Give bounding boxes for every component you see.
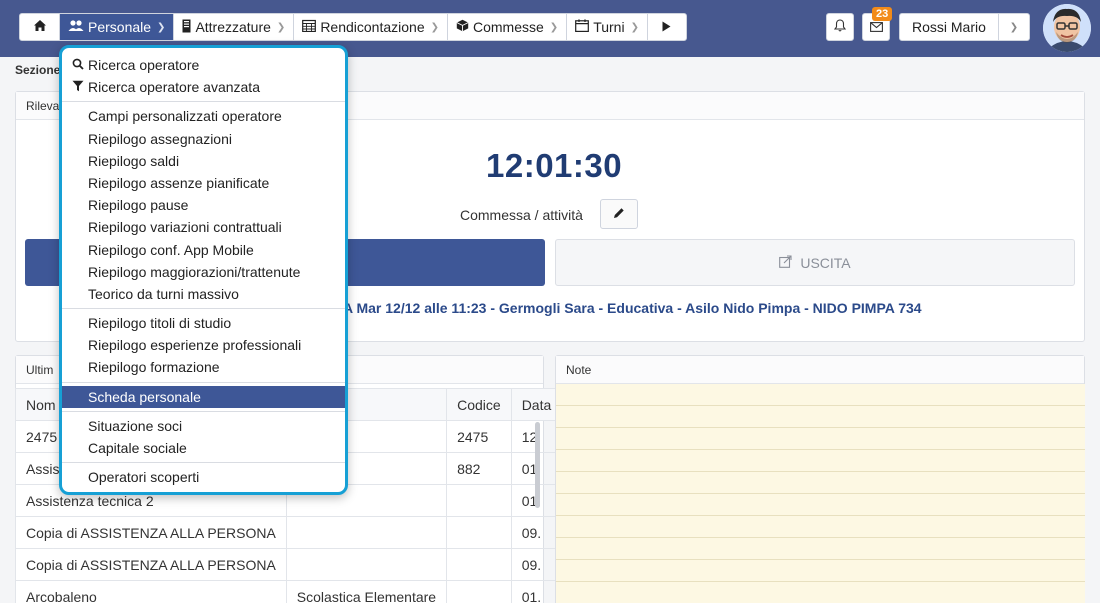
personale-dropdown-menu: Ricerca operatore Ricerca operatore avan… xyxy=(59,45,348,495)
user-name: Rossi Mario xyxy=(900,14,999,40)
table-cell: Arcobaleno xyxy=(15,580,287,603)
panel-title: Note xyxy=(556,356,1084,384)
table-cell: Copia di ASSISTENZA ALLA PERSONA xyxy=(15,548,287,581)
menu-divider xyxy=(62,410,345,412)
menu-divider xyxy=(62,101,345,103)
menu-item[interactable]: Capitale sociale xyxy=(62,437,345,459)
menu-item[interactable]: Operatori scoperti xyxy=(62,466,345,488)
table-row[interactable]: Arcobaleno Scolastica Elementare 01. xyxy=(15,580,563,603)
menu-divider xyxy=(62,381,345,383)
envelope-icon xyxy=(869,20,883,35)
messages-badge: 23 xyxy=(872,7,893,21)
menu-item[interactable]: Riepilogo assegnazioni xyxy=(62,128,345,150)
search-icon xyxy=(72,55,88,77)
menu-item[interactable]: Riepilogo esperienze professionali xyxy=(62,334,345,356)
menu-item-ricerca-operatore[interactable]: Ricerca operatore xyxy=(62,54,345,76)
bell-icon xyxy=(833,19,847,35)
menu-item-scheda-personale[interactable]: Scheda personale xyxy=(62,385,345,408)
exit-label: USCITA xyxy=(800,254,851,271)
user-menu-button[interactable]: Rossi Mario ❯ xyxy=(899,13,1030,41)
menu-item[interactable]: Riepilogo formazione xyxy=(62,356,345,378)
exit-button[interactable]: USCITA xyxy=(555,239,1075,286)
table-cell: Copia di ASSISTENZA ALLA PERSONA xyxy=(15,516,287,549)
column-header[interactable]: Codice xyxy=(446,388,512,421)
notifications-button[interactable] xyxy=(826,13,854,41)
menu-divider xyxy=(62,308,345,310)
table-cell xyxy=(446,516,512,549)
scrollbar-thumb[interactable] xyxy=(535,422,540,508)
note-textarea[interactable] xyxy=(556,384,1085,603)
menu-item[interactable]: Riepilogo assenze pianificate xyxy=(62,172,345,194)
external-link-icon xyxy=(779,254,792,271)
section-label: Sezione xyxy=(15,63,61,77)
commessa-label: Commessa / attività xyxy=(460,207,583,223)
menu-item[interactable]: Riepilogo maggiorazioni/trattenute xyxy=(62,261,345,283)
menu-item[interactable]: Riepilogo titoli di studio xyxy=(62,312,345,334)
menu-item-ricerca-avanzata[interactable]: Ricerca operatore avanzata xyxy=(62,76,345,98)
table-cell: 2475 xyxy=(446,420,512,453)
table-cell xyxy=(285,548,448,581)
menu-item[interactable]: Riepilogo variazioni contrattuali xyxy=(62,216,345,238)
menu-item[interactable]: Riepilogo conf. App Mobile xyxy=(62,239,345,261)
user-tools: 23 Rossi Mario ❯ xyxy=(0,4,1100,52)
menu-item[interactable]: Riepilogo saldi xyxy=(62,150,345,172)
clock-display: 12:01:30 xyxy=(486,147,623,184)
table-cell xyxy=(285,516,448,549)
table-cell xyxy=(446,548,512,581)
table-cell: 882 xyxy=(446,452,512,485)
menu-item[interactable]: Teorico da turni massivo xyxy=(62,283,345,305)
table-scrollbar[interactable] xyxy=(534,418,542,603)
menu-item[interactable]: Situazione soci xyxy=(62,415,345,437)
chevron-down-icon: ❯ xyxy=(1009,21,1019,33)
menu-divider xyxy=(62,462,345,464)
pencil-icon xyxy=(613,206,625,222)
table-cell xyxy=(446,580,512,603)
last-entry-info: A Mar 12/12 alle 11:23 - Germogli Sara -… xyxy=(343,300,922,316)
filter-icon xyxy=(72,77,88,99)
table-row[interactable]: Copia di ASSISTENZA ALLA PERSONA 09. xyxy=(15,516,563,549)
table-row[interactable]: Copia di ASSISTENZA ALLA PERSONA 09. xyxy=(15,548,563,581)
menu-item-label: Ricerca operatore xyxy=(88,57,200,73)
messages-button[interactable]: 23 xyxy=(862,7,893,41)
avatar[interactable] xyxy=(1043,4,1091,52)
edit-commessa-button[interactable] xyxy=(600,199,638,229)
table-cell: Scolastica Elementare xyxy=(285,580,448,603)
menu-item-label: Ricerca operatore avanzata xyxy=(88,79,260,96)
menu-item[interactable]: Riepilogo pause xyxy=(62,194,345,216)
table-cell xyxy=(446,484,512,517)
menu-item[interactable]: Campi personalizzati operatore xyxy=(62,105,345,127)
